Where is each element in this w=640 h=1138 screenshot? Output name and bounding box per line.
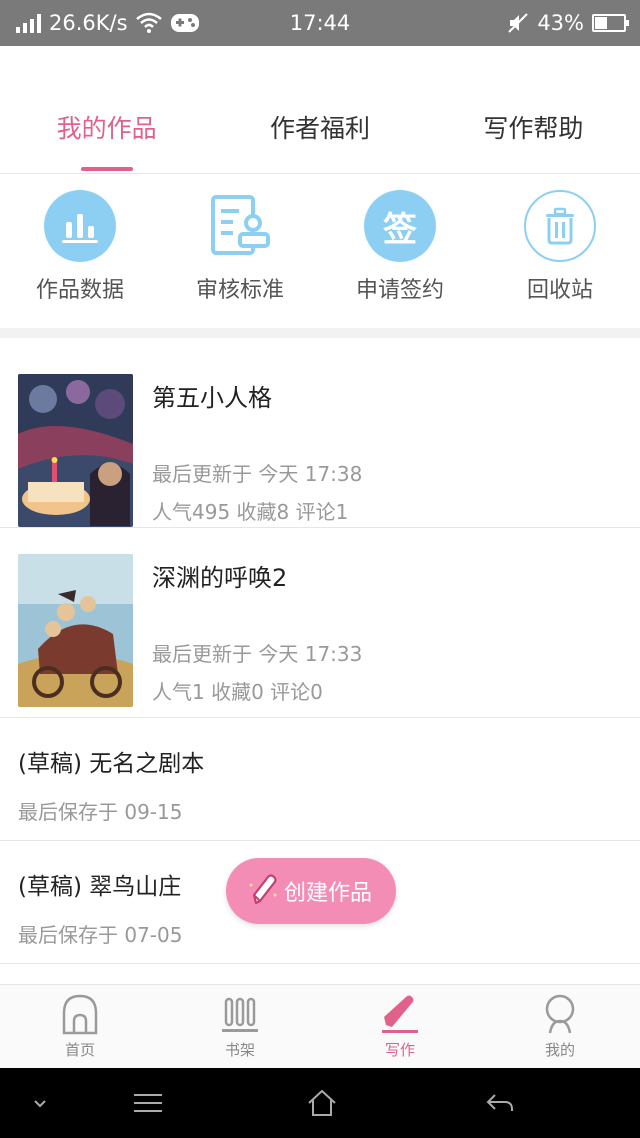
nav-mine-label: 我的 bbox=[544, 1041, 575, 1059]
signal-icon bbox=[16, 13, 41, 33]
nav-home[interactable]: 首页 bbox=[0, 985, 160, 1068]
wifi-icon bbox=[135, 12, 162, 33]
gamepad-icon bbox=[170, 14, 199, 32]
review-standard-button[interactable]: 审核标准 bbox=[160, 176, 320, 328]
create-work-label: 创建作品 bbox=[284, 881, 373, 906]
net-speed: 26.6K/s bbox=[49, 11, 128, 35]
home-icon[interactable] bbox=[300, 1068, 344, 1138]
recycle-bin-button[interactable]: 回收站 bbox=[480, 176, 640, 328]
battery-level bbox=[595, 17, 607, 29]
menu-icon[interactable] bbox=[126, 1068, 170, 1138]
battery-icon bbox=[592, 14, 629, 32]
sign-icon: 签 bbox=[364, 190, 436, 262]
tab-author-benefits[interactable]: 作者福利 bbox=[213, 86, 426, 173]
work-item[interactable]: 深渊的呼唤2 最后更新于 今天 17:33 人气1 收藏0 评论0 bbox=[0, 528, 640, 718]
status-bar: 26.6K/s 17:44 43% bbox=[0, 0, 640, 46]
pencil-icon bbox=[382, 995, 418, 1033]
nav-mine[interactable]: 我的 bbox=[480, 985, 640, 1068]
draft-saved: 最后保存于 07-05 bbox=[18, 923, 183, 947]
nav-bookshelf-label: 书架 bbox=[224, 1041, 255, 1059]
draft-item[interactable]: (草稿) 无名之剧本 最后保存于 09-15 bbox=[0, 718, 640, 841]
book-cover bbox=[18, 554, 133, 707]
back-icon[interactable] bbox=[478, 1068, 522, 1138]
draft-title: (草稿) 无名之剧本 bbox=[18, 751, 205, 777]
work-updated: 最后更新于 今天 17:33 bbox=[152, 642, 363, 666]
bar-chart-icon bbox=[44, 190, 116, 262]
work-title: 第五小人格 bbox=[152, 384, 272, 412]
review-standard-label: 审核标准 bbox=[195, 278, 284, 303]
pencil-icon bbox=[249, 874, 277, 905]
bottom-nav: 首页 书架 写作 我的 bbox=[0, 984, 640, 1068]
sign-glyph: 签 bbox=[383, 209, 417, 250]
top-tabs: 我的作品 作者福利 写作帮助 bbox=[0, 86, 640, 174]
work-stats: 人气1 收藏0 评论0 bbox=[152, 680, 323, 704]
nav-bookshelf[interactable]: 书架 bbox=[160, 985, 320, 1068]
apply-sign-button[interactable]: 签 申请签约 bbox=[320, 176, 480, 328]
battery-percent: 43% bbox=[537, 11, 584, 35]
nav-home-label: 首页 bbox=[64, 1041, 95, 1059]
quick-actions: 作品数据 审核标准 签 申请签约 回收站 bbox=[0, 176, 640, 328]
bookshelf-icon bbox=[222, 997, 258, 1032]
user-icon bbox=[545, 994, 575, 1034]
review-document-icon bbox=[204, 190, 276, 262]
work-data-button[interactable]: 作品数据 bbox=[0, 176, 160, 328]
mute-icon bbox=[508, 13, 529, 33]
draft-saved: 最后保存于 09-15 bbox=[18, 800, 183, 824]
work-item[interactable]: 第五小人格 最后更新于 今天 17:38 人气495 收藏8 评论1 bbox=[0, 338, 640, 528]
work-data-label: 作品数据 bbox=[35, 278, 124, 303]
tab-my-works[interactable]: 我的作品 bbox=[0, 86, 213, 173]
collapse-icon[interactable] bbox=[20, 1068, 60, 1138]
book-cover bbox=[18, 374, 133, 527]
draft-title: (草稿) 翠鸟山庄 bbox=[18, 874, 182, 900]
section-divider bbox=[0, 328, 640, 338]
tab-writing-help[interactable]: 写作帮助 bbox=[427, 86, 640, 173]
work-stats: 人气495 收藏8 评论1 bbox=[152, 500, 349, 524]
apply-sign-label: 申请签约 bbox=[355, 278, 444, 303]
nav-write-label: 写作 bbox=[384, 1041, 415, 1059]
nav-write[interactable]: 写作 bbox=[320, 985, 480, 1068]
system-nav-bar bbox=[0, 1068, 640, 1138]
home-arch-icon bbox=[62, 994, 98, 1035]
create-work-button[interactable]: 创建作品 bbox=[226, 858, 396, 924]
work-updated: 最后更新于 今天 17:38 bbox=[152, 462, 363, 486]
work-title: 深渊的呼唤2 bbox=[152, 564, 288, 592]
recycle-bin-label: 回收站 bbox=[526, 278, 593, 303]
trash-icon bbox=[524, 190, 596, 262]
